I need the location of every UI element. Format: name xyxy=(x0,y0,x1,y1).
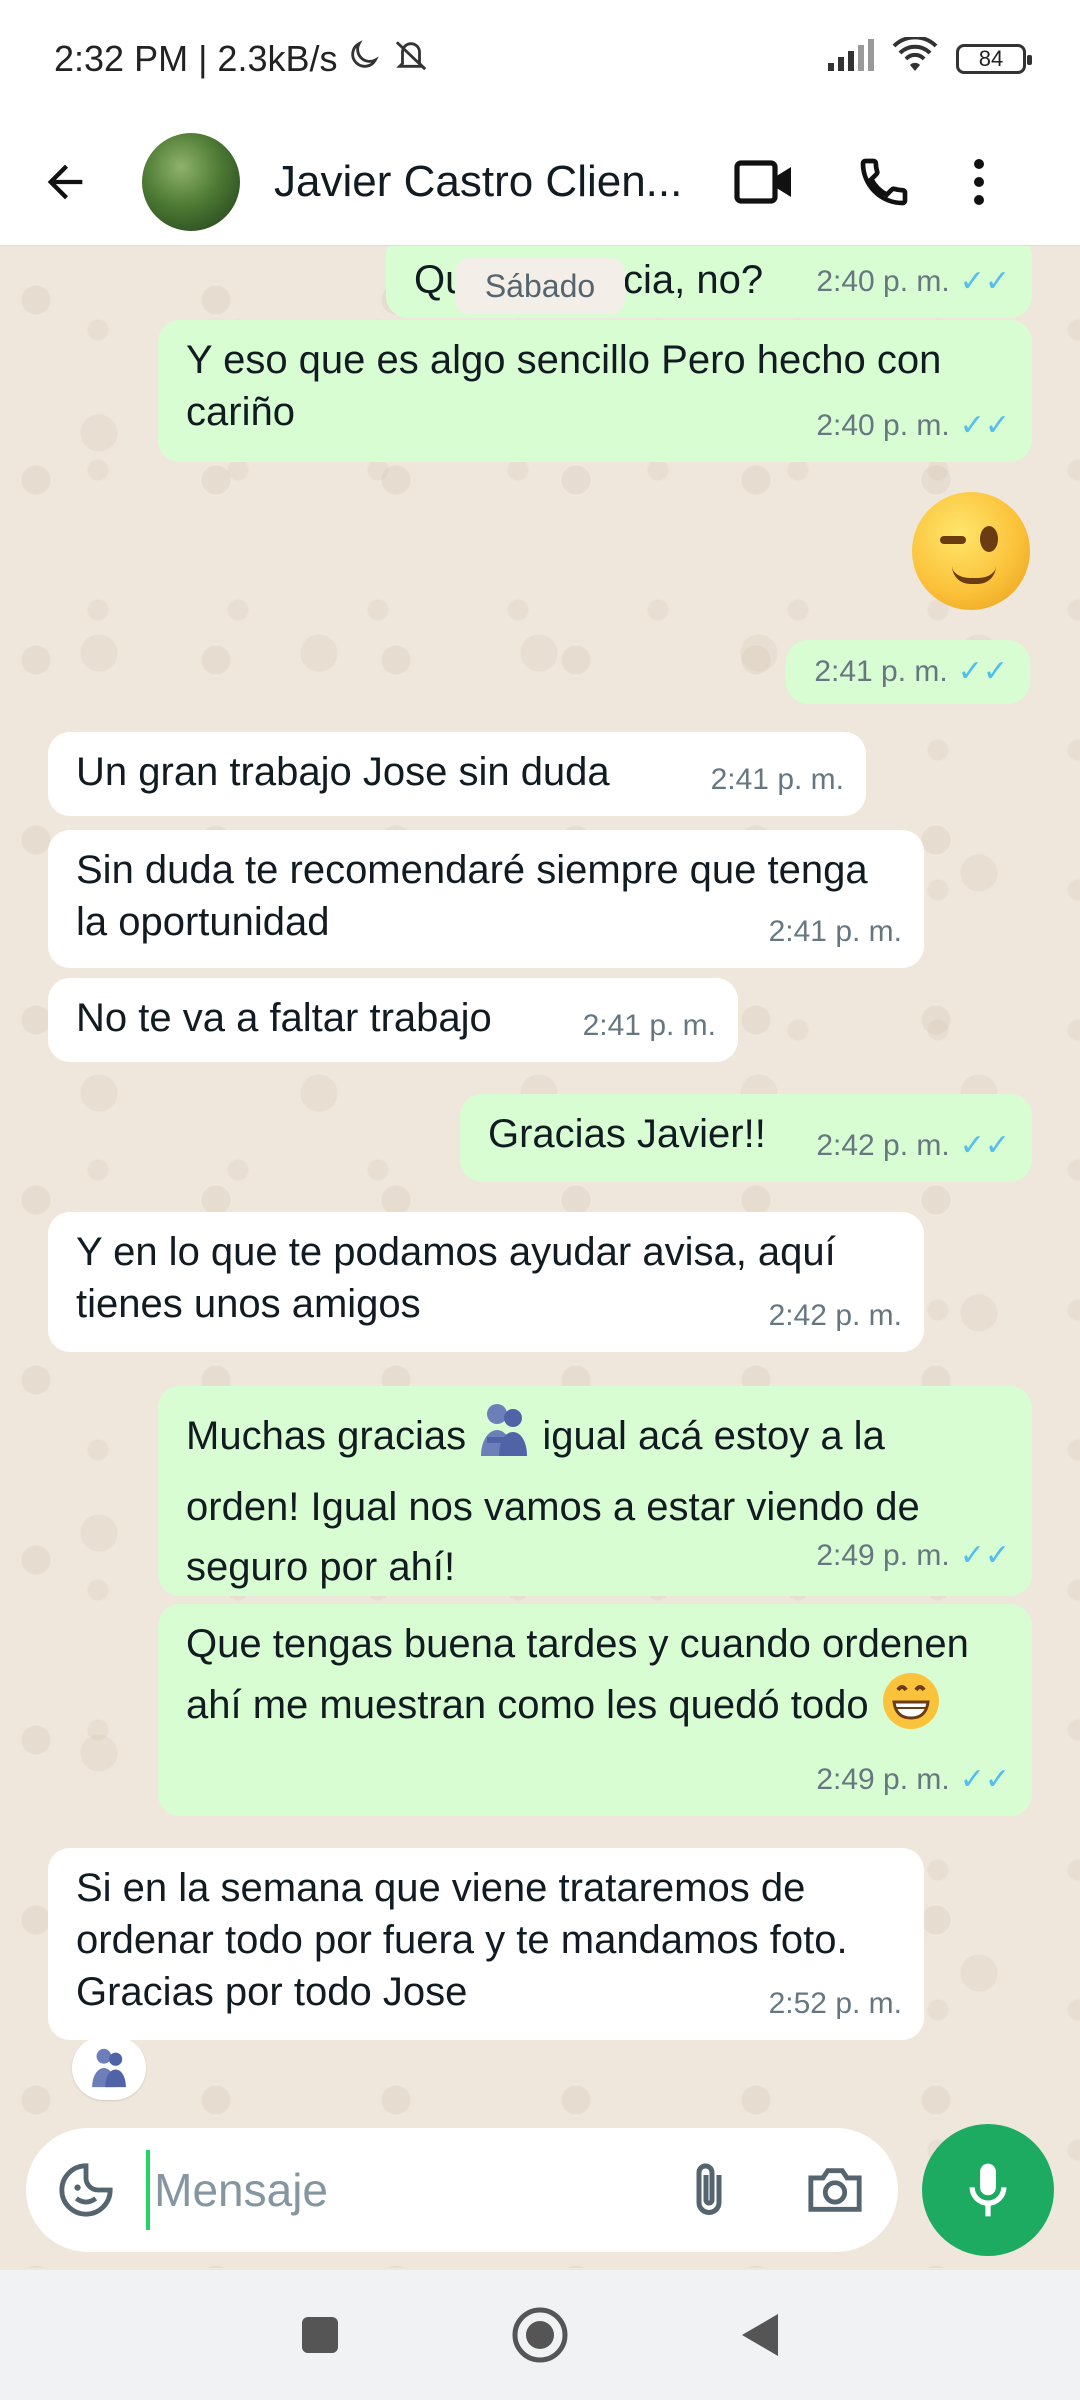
back-arrow-icon xyxy=(47,164,83,199)
recents-button[interactable] xyxy=(285,2300,355,2370)
people-hugging-icon xyxy=(92,2048,126,2088)
message-time: 2:52 p. m. xyxy=(768,1987,902,2020)
phone-icon xyxy=(860,158,908,205)
battery-level: 84 xyxy=(978,46,1004,71)
signal-icon xyxy=(826,38,874,80)
message-text-body: Que tengas buena tardes y cuando ordenen… xyxy=(186,1622,969,1728)
microphone-icon xyxy=(969,2163,1007,2217)
people-hugging-emoji xyxy=(477,1400,531,1477)
home-button[interactable] xyxy=(505,2300,575,2370)
chat-messages[interactable]: Sábado Que diferencia, no? 2:40 p. m. ✓✓… xyxy=(0,246,1080,2268)
message-incoming[interactable]: Y en lo que te podamos ayudar avisa, aqu… xyxy=(48,1212,924,1352)
message-time: 2:41 p. m. xyxy=(710,763,844,796)
chat-header: Javier Castro Clien... xyxy=(0,118,1080,246)
contact-name[interactable]: Javier Castro Clien... xyxy=(274,157,704,207)
message-time: 2:42 p. m. xyxy=(768,1299,902,1332)
system-nav-bar xyxy=(0,2270,1080,2400)
grinning-face-emoji xyxy=(880,1670,942,1745)
message-meta: 2:41 p. m. xyxy=(583,1000,716,1052)
message-time: 2:40 p. m. xyxy=(816,409,950,442)
message-meta: 2:40 p. m. ✓✓ xyxy=(816,400,1010,452)
message-outgoing[interactable]: Gracias Javier!! 2:42 p. m. ✓✓ xyxy=(460,1094,1032,1182)
message-meta: 2:41 p. m. xyxy=(711,754,844,806)
message-text: Un gran trabajo Jose sin duda xyxy=(76,750,610,794)
read-ticks-icon: ✓✓ xyxy=(959,1129,1010,1162)
triangle-back-icon xyxy=(742,2314,778,2356)
message-text: Gracias Javier!! xyxy=(488,1112,766,1156)
attach-button[interactable] xyxy=(646,2128,772,2252)
read-ticks-icon: ✓✓ xyxy=(959,1539,1010,1572)
sticker-button[interactable] xyxy=(26,2128,146,2252)
message-text-before: Muchas gracias xyxy=(186,1414,467,1459)
message-meta: 2:42 p. m. xyxy=(769,1290,902,1342)
square-icon xyxy=(302,2317,338,2353)
read-ticks-icon: ✓✓ xyxy=(959,409,1010,442)
video-call-button[interactable] xyxy=(704,118,824,246)
message-time: 2:41 p. m. xyxy=(582,1009,716,1042)
more-options-button[interactable] xyxy=(944,118,1014,246)
message-outgoing[interactable]: Muchas gracias igual acá estoy a la orde… xyxy=(158,1386,1032,1596)
message-time: 2:42 p. m. xyxy=(816,1129,950,1162)
camera-button[interactable] xyxy=(772,2128,898,2252)
message-outgoing[interactable]: 2:41 p. m. ✓✓ xyxy=(786,640,1030,704)
message-composer xyxy=(26,2128,898,2252)
message-input[interactable] xyxy=(146,2150,647,2230)
message-time: 2:41 p. m. xyxy=(814,655,948,688)
more-vert-icon xyxy=(974,158,984,205)
message-incoming[interactable]: Si en la semana que viene trataremos de … xyxy=(48,1848,924,2040)
voice-message-button[interactable] xyxy=(922,2124,1054,2256)
message-reaction[interactable] xyxy=(72,2036,146,2100)
moon-icon xyxy=(347,38,381,81)
message-outgoing[interactable]: Que tengas buena tardes y cuando ordenen… xyxy=(158,1604,1032,1816)
message-meta: 2:40 p. m. ✓✓ xyxy=(816,256,1010,308)
message-time: 2:41 p. m. xyxy=(768,915,902,948)
paperclip-icon xyxy=(696,2163,722,2215)
read-ticks-icon: ✓✓ xyxy=(959,1763,1010,1796)
camera-icon xyxy=(808,2168,862,2212)
message-meta: 2:41 p. m. ✓✓ xyxy=(814,646,1008,698)
message-time: 2:40 p. m. xyxy=(816,265,950,298)
message-text: Que tengas buena tardes y cuando ordenen… xyxy=(186,1618,986,1745)
message-incoming[interactable]: Un gran trabajo Jose sin duda 2:41 p. m. xyxy=(48,732,866,816)
message-time: 2:49 p. m. xyxy=(816,1763,950,1796)
message-time: 2:49 p. m. xyxy=(816,1539,950,1572)
message-text: Sin duda te recomendaré siempre que teng… xyxy=(76,848,868,944)
message-incoming[interactable]: Sin duda te recomendaré siempre que teng… xyxy=(48,830,924,968)
message-meta: 2:41 p. m. xyxy=(769,906,902,958)
back-button[interactable] xyxy=(0,118,130,246)
sticker-icon xyxy=(59,2163,113,2217)
winking-face-emoji[interactable] xyxy=(912,492,1030,610)
mute-icon xyxy=(391,38,431,81)
back-nav-button[interactable] xyxy=(725,2300,795,2370)
date-chip: Sábado xyxy=(455,258,625,314)
video-call-icon xyxy=(734,159,791,204)
message-meta: 2:52 p. m. xyxy=(769,1978,902,2030)
circle-icon xyxy=(512,2307,568,2363)
voice-call-button[interactable] xyxy=(824,118,944,246)
battery-icon: 84 xyxy=(956,44,1032,74)
message-text: No te va a faltar trabajo xyxy=(76,996,492,1040)
avatar[interactable] xyxy=(142,132,240,231)
message-meta: 2:42 p. m. ✓✓ xyxy=(816,1120,1010,1172)
status-bar: 2:32 PM | 2.3kB/s 84 xyxy=(0,0,1080,118)
read-ticks-icon: ✓✓ xyxy=(957,655,1008,688)
message-meta: 2:49 p. m. ✓✓ xyxy=(816,1526,1010,1586)
read-ticks-icon: ✓✓ xyxy=(959,265,1010,298)
message-incoming[interactable]: No te va a faltar trabajo 2:41 p. m. xyxy=(48,978,738,1062)
status-time: 2:32 PM | 2.3kB/s xyxy=(54,38,338,79)
message-meta: 2:49 p. m. ✓✓ xyxy=(816,1754,1010,1806)
wifi-icon xyxy=(892,34,938,82)
message-outgoing[interactable]: Y eso que es algo sencillo Pero hecho co… xyxy=(158,320,1032,462)
